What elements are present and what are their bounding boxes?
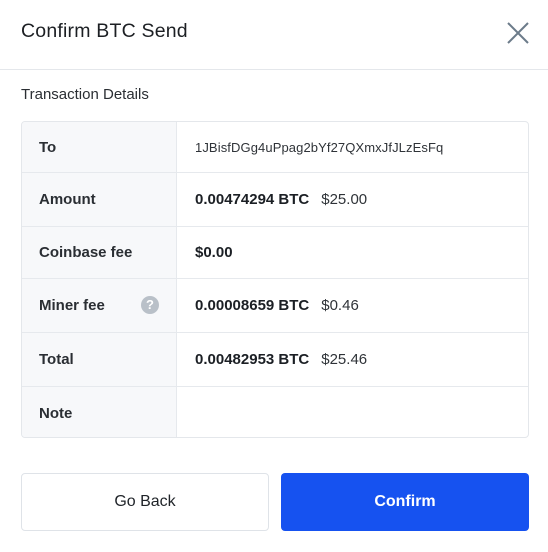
- label-cell: Amount: [22, 173, 177, 226]
- value-cell: 0.00008659 BTC $0.46: [178, 279, 528, 332]
- section-label: Transaction Details: [21, 86, 149, 103]
- note-label: Note: [39, 404, 73, 422]
- coinbase-fee-value: $0.00: [195, 244, 233, 261]
- label-cell: Miner fee ?: [22, 279, 177, 332]
- value-cell: 0.00474294 BTC $25.00: [178, 173, 528, 226]
- row-total: Total 0.00482953 BTC $25.46: [22, 333, 528, 387]
- row-coinbase-fee: Coinbase fee $0.00: [22, 227, 528, 279]
- transaction-details-table: To 1JBisfDGg4uPpag2bYf27QXmxJfJLzEsFq Am…: [21, 121, 529, 438]
- help-icon[interactable]: ?: [141, 295, 159, 314]
- row-miner-fee: Miner fee ? 0.00008659 BTC $0.46: [22, 279, 528, 333]
- note-value-cell: [178, 387, 528, 437]
- confirm-send-dialog: Confirm BTC Send Transaction Details To …: [0, 0, 548, 552]
- total-fiat: $25.46: [321, 351, 368, 368]
- value-cell: $0.00: [178, 227, 528, 278]
- recipient-address: 1JBisfDGg4uPpag2bYf27QXmxJfJLzEsFq: [195, 139, 444, 155]
- amount-crypto: 0.00474294 BTC: [195, 191, 310, 208]
- dialog-title: Confirm BTC Send: [21, 20, 188, 42]
- row-amount: Amount 0.00474294 BTC $25.00: [22, 173, 528, 227]
- total-crypto: 0.00482953 BTC: [195, 351, 310, 368]
- coinbase-fee-label: Coinbase fee: [39, 244, 133, 261]
- miner-fee-label: Miner fee: [39, 297, 105, 314]
- value-cell: 1JBisfDGg4uPpag2bYf27QXmxJfJLzEsFq: [178, 122, 528, 172]
- to-label: To: [39, 138, 57, 156]
- miner-fee-crypto: 0.00008659 BTC: [195, 297, 310, 314]
- value-cell: 0.00482953 BTC $25.46: [178, 333, 528, 386]
- label-cell: Total: [22, 333, 177, 386]
- miner-fee-fiat: $0.46: [321, 297, 359, 314]
- row-note: Note: [22, 387, 528, 437]
- close-icon: [507, 22, 529, 44]
- dialog-header: Confirm BTC Send: [0, 0, 548, 70]
- go-back-button[interactable]: Go Back: [21, 473, 269, 531]
- amount-label: Amount: [39, 191, 96, 208]
- label-cell: Coinbase fee: [22, 227, 177, 278]
- label-cell: Note: [22, 387, 177, 437]
- total-label: Total: [39, 351, 74, 368]
- label-cell: To: [22, 122, 177, 172]
- confirm-button[interactable]: Confirm: [281, 473, 529, 531]
- row-to: To 1JBisfDGg4uPpag2bYf27QXmxJfJLzEsFq: [22, 122, 528, 173]
- close-button[interactable]: [505, 20, 531, 46]
- amount-fiat: $25.00: [321, 191, 368, 208]
